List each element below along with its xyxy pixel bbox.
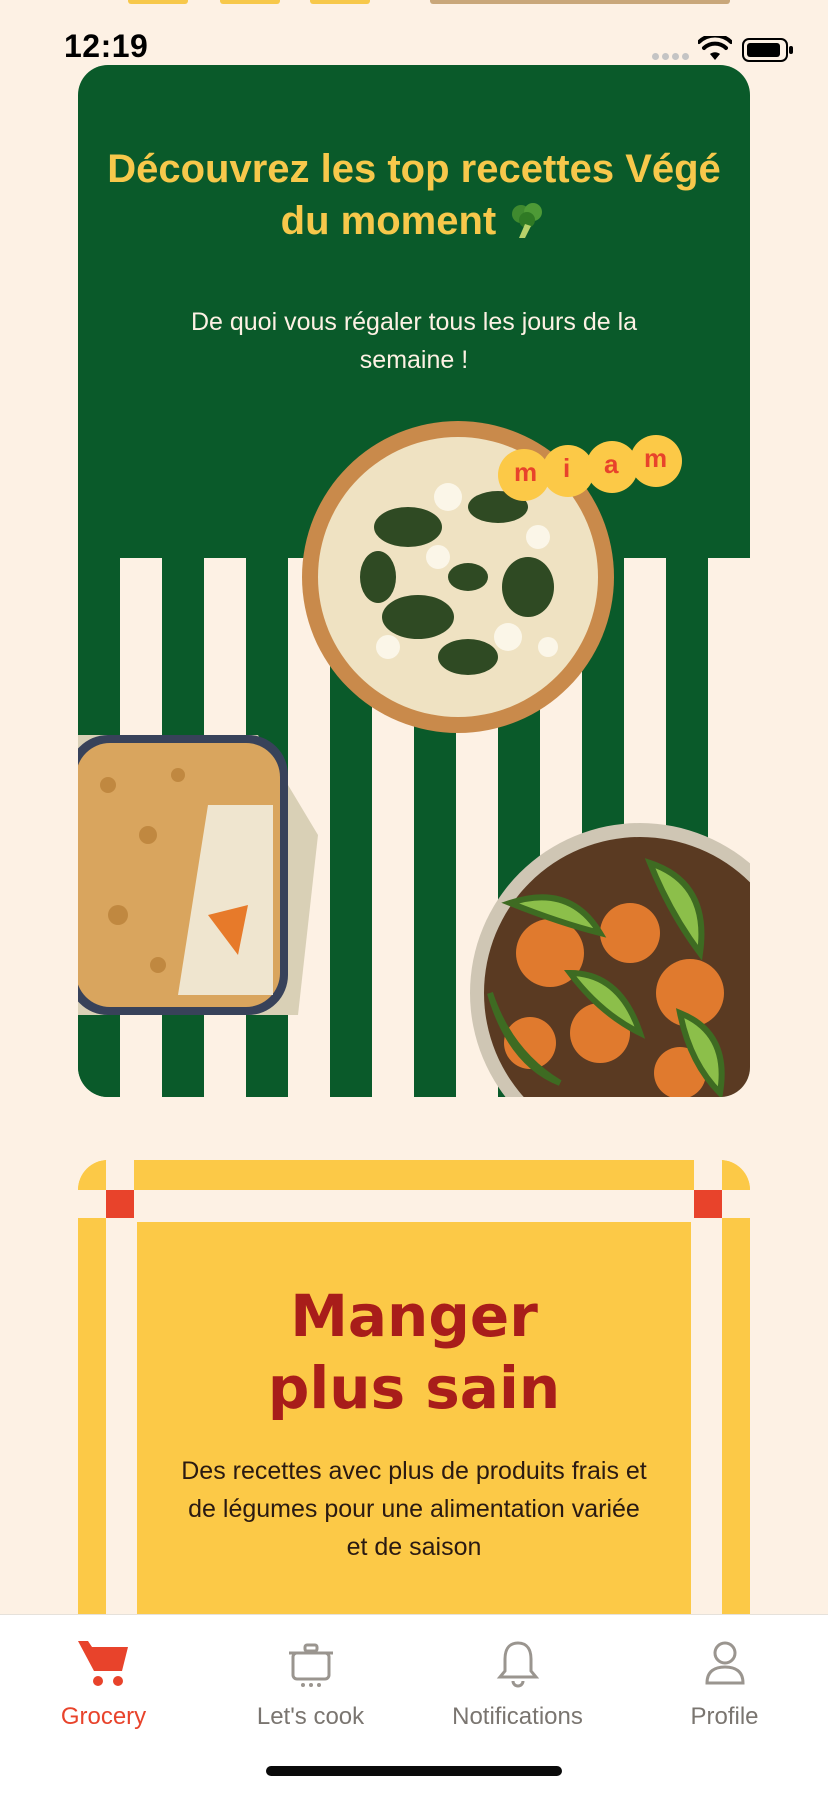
frame-bar (722, 1160, 750, 1620)
bell-icon (496, 1641, 539, 1688)
miam-letter: m (644, 443, 668, 473)
tab-label: Notifications (452, 1703, 583, 1730)
corner-square (694, 1190, 722, 1218)
frame-bar (78, 1160, 106, 1620)
frame-bar (78, 1160, 750, 1190)
tab-label: Grocery (60, 1703, 147, 1730)
person-icon (704, 1641, 745, 1685)
broccoli-icon (512, 203, 543, 238)
vege-promo-title: Découvrez les top recettes Végé du momen… (107, 147, 721, 243)
frame-cream-stripe (78, 1190, 750, 1218)
wifi-icon (698, 36, 732, 60)
frame-cream-stripe (694, 1160, 722, 1620)
cellular-signal-icon (652, 53, 689, 60)
tab-notifications[interactable]: Notifications (414, 1615, 621, 1735)
miam-sticker: m i a m (492, 435, 692, 505)
manger-sain-promo-card[interactable]: Manger plus sain Des recettes avec plus … (78, 1160, 750, 1620)
miam-letter: m (514, 457, 538, 487)
miam-letter: a (604, 449, 619, 479)
tab-profile[interactable]: Profile (621, 1615, 828, 1735)
tab-label: Let's cook (256, 1703, 365, 1730)
tab-lets-cook[interactable]: Let's cook (207, 1615, 414, 1735)
status-bar: 12:19 (0, 0, 828, 64)
home-indicator[interactable] (266, 1766, 562, 1776)
tab-grocery[interactable]: Grocery (0, 1615, 207, 1735)
miam-letter: i (563, 453, 571, 483)
crumble-image (78, 735, 318, 1015)
battery-icon (742, 38, 793, 62)
cart-icon (77, 1641, 128, 1686)
corner-square (106, 1190, 134, 1218)
frame-cream-stripe (106, 1160, 134, 1620)
manger-sain-title: Manger plus sain (267, 1282, 561, 1422)
vege-promo-card[interactable]: Découvrez les top recettes Végé du momen… (78, 65, 750, 1097)
tab-label: Profile (690, 1703, 759, 1730)
pot-icon (288, 1643, 333, 1687)
manger-sain-description: Des recettes avec plus de produits frais… (181, 1457, 647, 1561)
status-time: 12:19 (64, 28, 149, 64)
lentil-avocado-bowl-image (470, 823, 750, 1097)
vege-promo-subtitle: De quoi vous régaler tous les jours de l… (190, 308, 638, 374)
